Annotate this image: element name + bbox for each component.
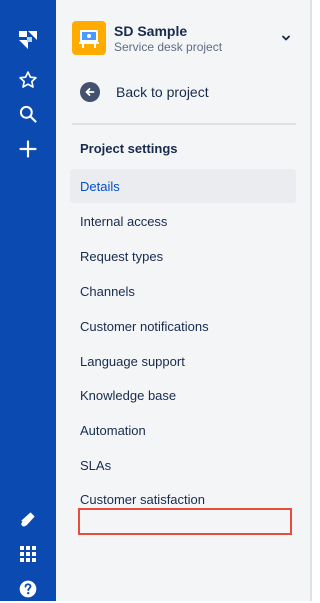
chevron-down-icon[interactable] xyxy=(278,30,294,46)
menu-item-label: Channels xyxy=(80,283,135,299)
jira-logo-icon[interactable] xyxy=(14,26,42,54)
project-avatar xyxy=(72,21,106,55)
menu-item-request-types[interactable]: Request types xyxy=(70,239,296,273)
menu-item-label: Language support xyxy=(80,353,185,369)
menu-item-knowledge-base[interactable]: Knowledge base xyxy=(70,378,296,412)
menu-item-internal-access[interactable]: Internal access xyxy=(70,204,296,238)
menu-item-label: Details xyxy=(80,178,120,194)
menu-item-label: Customer satisfaction xyxy=(80,491,205,507)
menu-item-slas[interactable]: SLAs xyxy=(70,448,296,482)
menu-item-label: Customer notifications xyxy=(80,318,209,334)
project-name: SD Sample xyxy=(114,22,188,39)
menu-item-label: Internal access xyxy=(80,213,168,229)
menu-item-label: Request types xyxy=(80,248,164,264)
app-switcher-icon[interactable] xyxy=(14,540,42,568)
project-type: Service desk project xyxy=(114,39,223,54)
help-icon[interactable] xyxy=(14,575,42,603)
highlight-box xyxy=(78,508,292,535)
plus-icon[interactable] xyxy=(14,135,42,163)
back-to-project-label: Back to project xyxy=(116,84,209,100)
divider xyxy=(72,123,296,125)
menu-item-label: Knowledge base xyxy=(80,387,177,403)
menu-item-automation[interactable]: Automation xyxy=(70,413,296,447)
menu-item-label: SLAs xyxy=(80,457,112,473)
search-icon[interactable] xyxy=(14,100,42,128)
star-icon[interactable] xyxy=(14,66,42,94)
menu-item-language-support[interactable]: Language support xyxy=(70,344,296,378)
menu-item-label: Automation xyxy=(80,422,146,438)
menu-item-customer-notifications[interactable]: Customer notifications xyxy=(70,309,296,343)
arrow-left-icon xyxy=(80,82,100,102)
megaphone-icon[interactable] xyxy=(14,505,42,533)
menu-item-channels[interactable]: Channels xyxy=(70,274,296,308)
project-switcher[interactable]: SD Sample Service desk project xyxy=(72,20,294,56)
back-to-project-link[interactable]: Back to project xyxy=(80,78,280,106)
sidebar-border xyxy=(310,0,312,601)
menu-item-details[interactable]: Details xyxy=(70,169,296,203)
section-title: Project settings xyxy=(80,141,178,156)
global-navigation xyxy=(0,0,56,601)
